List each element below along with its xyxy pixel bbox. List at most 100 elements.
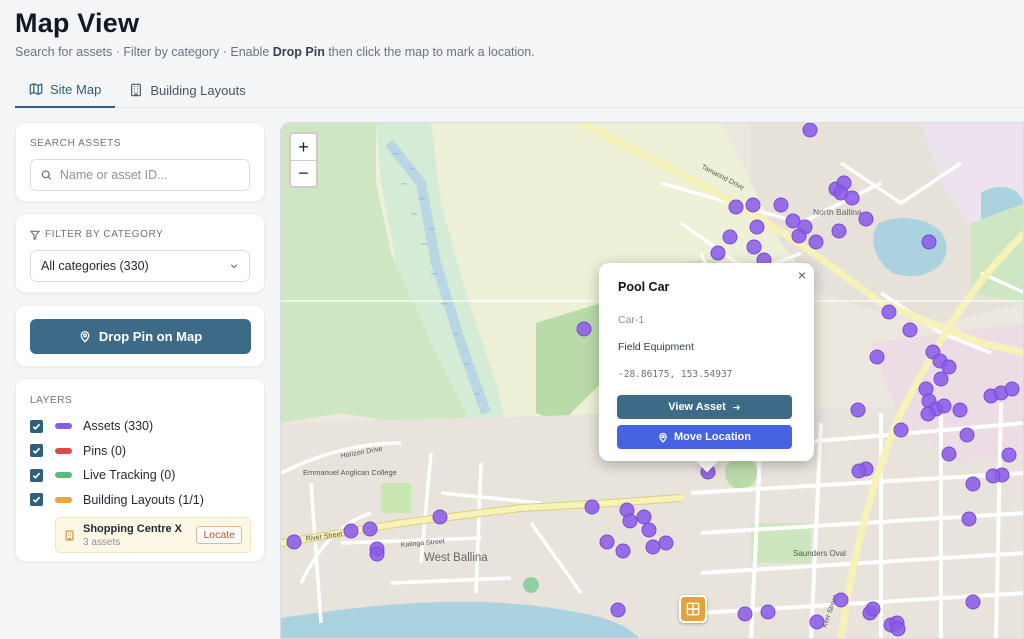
asset-marker[interactable] (858, 211, 874, 227)
asset-marker[interactable] (343, 523, 359, 539)
check-icon (32, 447, 41, 455)
layer-swatch (55, 472, 72, 479)
asset-marker[interactable] (952, 402, 968, 418)
layer-checkbox[interactable] (30, 468, 43, 482)
asset-marker[interactable] (599, 534, 615, 550)
asset-marker[interactable] (902, 322, 918, 338)
building-layout-item: Shopping Centre X 3 assets Locate (55, 517, 251, 553)
asset-marker[interactable] (833, 592, 849, 608)
asset-marker[interactable] (745, 197, 761, 213)
asset-marker[interactable] (773, 197, 789, 213)
asset-marker[interactable] (369, 546, 385, 562)
asset-marker[interactable] (865, 601, 881, 617)
asset-marker[interactable] (286, 534, 302, 550)
zoom-in-button[interactable]: + (291, 134, 316, 160)
asset-marker[interactable] (809, 614, 825, 630)
check-icon (32, 496, 41, 504)
asset-marker[interactable] (584, 499, 600, 515)
asset-marker[interactable] (615, 543, 631, 559)
page-subtitle: Search for assets · Filter by category ·… (15, 45, 535, 59)
layer-building-layouts[interactable]: Building Layouts (1/1) (30, 488, 250, 513)
tab-bar: Site Map Building Layouts (15, 72, 1024, 108)
layers-panel: LAYERS Assets (330) Pins (0) Live Tracki… (15, 378, 265, 562)
building-icon (131, 83, 142, 97)
asset-marker[interactable] (961, 511, 977, 527)
popup-title: Pool Car (618, 280, 670, 294)
asset-marker[interactable] (936, 398, 952, 414)
asset-marker[interactable] (576, 321, 592, 337)
asset-marker[interactable] (965, 476, 981, 492)
asset-marker[interactable] (749, 219, 765, 235)
layer-swatch (55, 496, 72, 503)
layer-checkbox[interactable] (30, 493, 43, 507)
layer-live-tracking[interactable]: Live Tracking (0) (30, 463, 250, 488)
building-layout-marker[interactable] (679, 595, 707, 623)
asset-marker[interactable] (850, 402, 866, 418)
layer-swatch (55, 423, 72, 430)
asset-marker[interactable] (645, 539, 661, 555)
asset-marker[interactable] (722, 229, 738, 245)
asset-marker[interactable] (941, 446, 957, 462)
layer-swatch (55, 447, 72, 454)
asset-marker[interactable] (831, 223, 847, 239)
asset-marker[interactable] (746, 239, 762, 255)
move-location-button[interactable]: Move Location (617, 425, 792, 449)
page-title: Map View (15, 8, 140, 38)
layer-checkbox[interactable] (30, 444, 43, 458)
asset-marker[interactable] (844, 190, 860, 206)
asset-marker[interactable] (965, 594, 981, 610)
asset-marker[interactable] (920, 406, 936, 422)
asset-marker[interactable] (641, 522, 657, 538)
asset-popup: × Pool Car Car-1 Field Equipment -28.861… (599, 263, 814, 461)
floor-plan-icon (686, 602, 700, 616)
asset-marker[interactable] (869, 349, 885, 365)
locate-button[interactable]: Locate (196, 526, 242, 544)
asset-marker[interactable] (1004, 381, 1020, 397)
asset-marker[interactable] (362, 521, 378, 537)
asset-marker[interactable] (933, 371, 949, 387)
asset-marker[interactable] (737, 606, 753, 622)
asset-marker[interactable] (893, 422, 909, 438)
zoom-out-button[interactable]: − (291, 160, 316, 186)
view-asset-button[interactable]: View Asset (617, 395, 792, 419)
asset-marker[interactable] (921, 234, 937, 250)
category-select[interactable]: All categories (330) (30, 250, 250, 282)
asset-marker[interactable] (432, 509, 448, 525)
asset-marker[interactable] (710, 245, 726, 261)
asset-marker[interactable] (791, 228, 807, 244)
search-panel: SEARCH ASSETS (15, 122, 265, 202)
asset-marker[interactable] (881, 304, 897, 320)
tab-site-map[interactable]: Site Map (15, 72, 116, 108)
asset-marker[interactable] (959, 427, 975, 443)
popup-category: Field Equipment (618, 341, 694, 353)
map-label-north-ballina: North Ballina (813, 207, 862, 217)
layer-checkbox[interactable] (30, 419, 43, 433)
asset-marker[interactable] (851, 463, 867, 479)
asset-marker[interactable] (610, 602, 626, 618)
map-label-west-ballina: West Ballina (424, 552, 488, 564)
arrow-right-icon (732, 404, 740, 410)
asset-marker[interactable] (1001, 447, 1017, 463)
asset-marker[interactable] (802, 123, 818, 138)
search-input[interactable] (59, 168, 239, 182)
check-icon (32, 472, 41, 479)
asset-marker[interactable] (941, 359, 957, 375)
close-icon[interactable]: × (798, 267, 806, 283)
asset-marker[interactable] (760, 604, 776, 620)
search-icon (41, 170, 52, 180)
asset-marker[interactable] (985, 468, 1001, 484)
asset-marker[interactable] (808, 234, 824, 250)
asset-marker[interactable] (636, 509, 652, 525)
asset-marker[interactable] (728, 199, 744, 215)
map-label-saunders-oval: Saunders Oval (793, 549, 846, 558)
asset-marker[interactable] (890, 621, 906, 637)
map-pin-icon (659, 432, 667, 443)
asset-marker[interactable] (622, 513, 638, 529)
asset-marker[interactable] (658, 535, 674, 551)
layer-assets[interactable]: Assets (330) (30, 414, 250, 439)
filter-panel: FILTER BY CATEGORY All categories (330) (15, 213, 265, 293)
drop-pin-button[interactable]: Drop Pin on Map (30, 319, 251, 354)
filter-label: FILTER BY CATEGORY (30, 229, 250, 240)
tab-building-layouts[interactable]: Building Layouts (115, 72, 259, 108)
layer-pins[interactable]: Pins (0) (30, 439, 250, 464)
